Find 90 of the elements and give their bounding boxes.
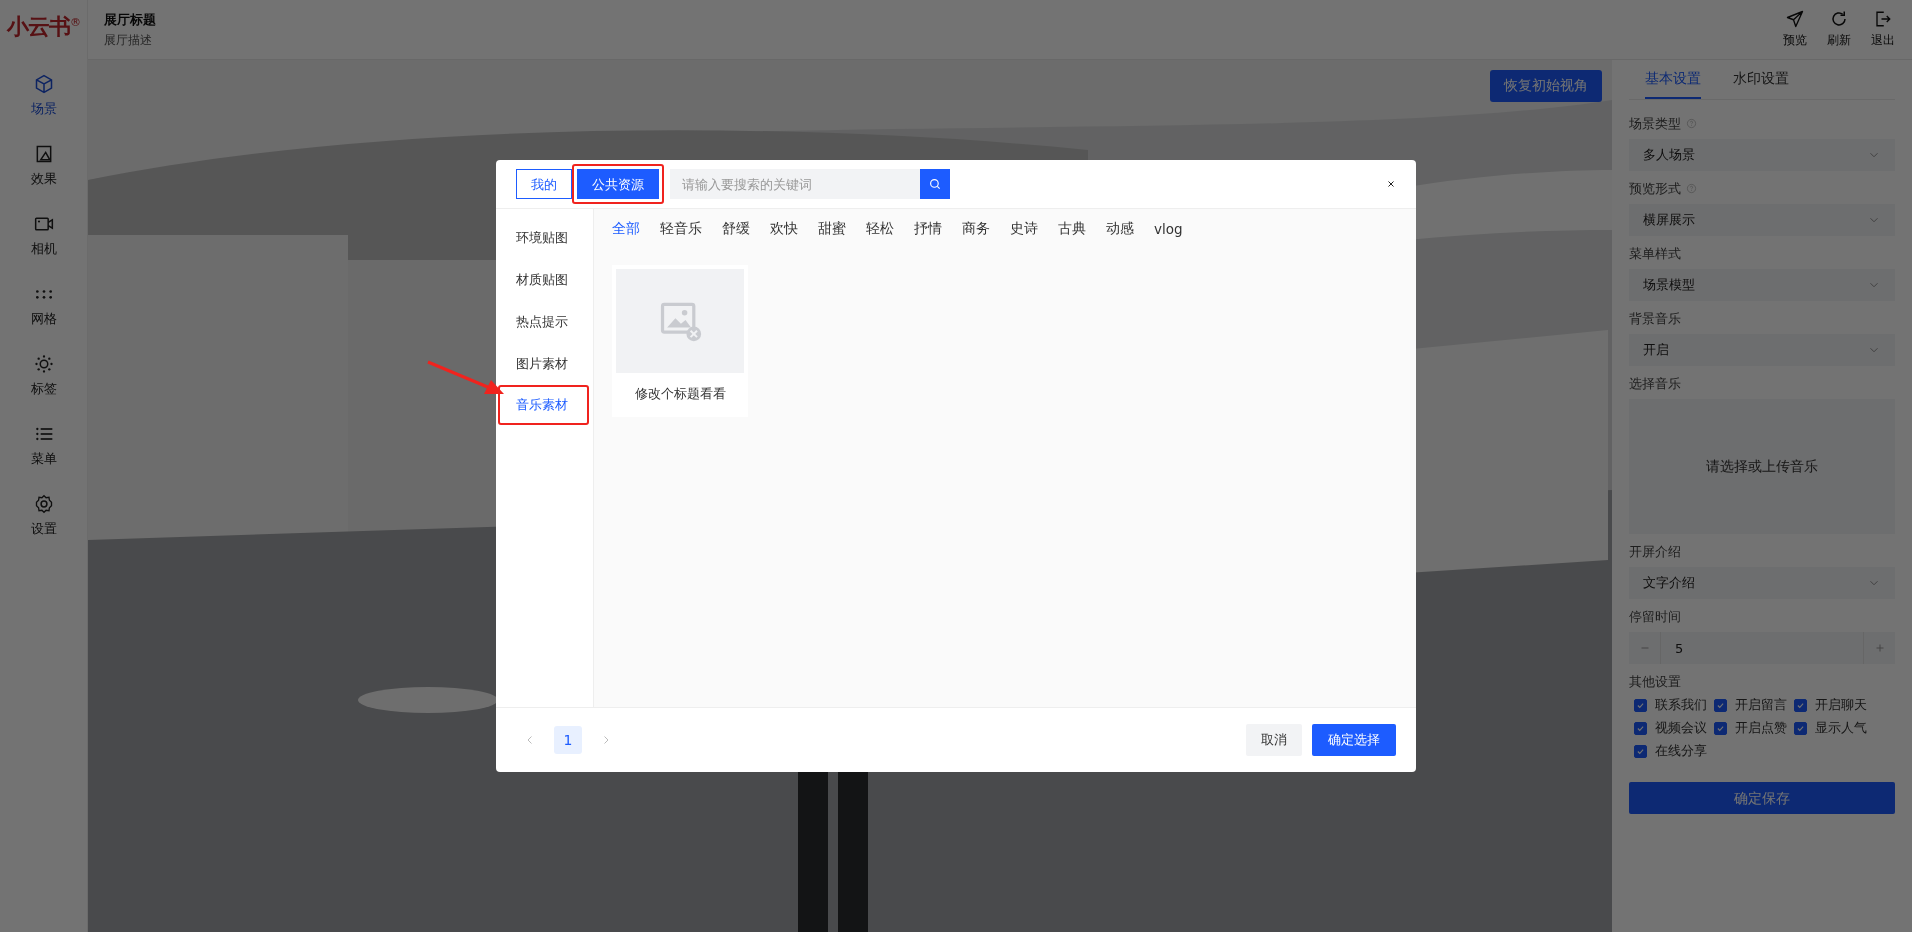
refresh-icon — [1830, 10, 1848, 28]
checkbox[interactable] — [1634, 722, 1647, 735]
music-upload-area[interactable]: 请选择或上传音乐 — [1629, 399, 1895, 534]
exhibition-description: 展厅描述 — [104, 31, 153, 49]
sidebar-item[interactable]: 效果 — [0, 144, 88, 214]
field-label: 菜单样式 — [1629, 244, 1681, 263]
checkbox-option[interactable]: 开启聊天 — [1794, 697, 1874, 714]
filter-tag[interactable]: 古典 — [1058, 220, 1086, 238]
checkbox[interactable] — [1634, 745, 1647, 758]
checkmark-icon — [1636, 747, 1645, 756]
sidebar-item[interactable]: 场景 — [0, 74, 88, 144]
number-input[interactable]: 5 — [1660, 632, 1864, 664]
category-item[interactable]: 环境贴图 — [496, 217, 593, 259]
checkbox[interactable] — [1794, 722, 1807, 735]
settings-icon — [33, 494, 54, 514]
logout-icon — [1874, 10, 1892, 28]
field-label: 背景音乐 — [1629, 309, 1681, 328]
filter-tag[interactable]: 商务 — [962, 220, 990, 238]
video-camera-icon — [33, 214, 54, 234]
filter-tag[interactable]: 舒缓 — [722, 220, 750, 238]
checkbox-option[interactable]: 显示人气 — [1794, 720, 1874, 737]
checkmark-icon — [1636, 701, 1645, 710]
category-item[interactable]: 材质贴图 — [496, 259, 593, 301]
close-button[interactable] — [1386, 179, 1396, 189]
header-action-button[interactable]: 预览 — [1778, 10, 1812, 49]
card-title: 修改个标题看看 — [634, 385, 726, 403]
cube-icon — [33, 74, 54, 94]
category-item[interactable]: 音乐素材 — [500, 387, 568, 423]
filter-tag[interactable]: 欢快 — [770, 220, 798, 238]
filter-tag[interactable]: 轻音乐 — [660, 220, 702, 238]
select-field[interactable]: 多人场景 — [1629, 139, 1895, 171]
checkbox[interactable] — [1714, 699, 1727, 712]
checkmark-icon — [1796, 724, 1805, 733]
field-label: 其他设置 — [1629, 672, 1681, 691]
filter-tag[interactable]: 轻松 — [866, 220, 894, 238]
save-button[interactable]: 确定保存 — [1629, 782, 1895, 814]
settings-tab[interactable]: 基本设置 — [1645, 60, 1701, 99]
search-icon — [928, 177, 942, 191]
source-tab[interactable]: 公共资源 — [577, 169, 659, 199]
checkmark-icon — [1796, 701, 1805, 710]
header-action-button[interactable]: 刷新 — [1822, 10, 1856, 49]
sidebar-item[interactable]: 设置 — [0, 494, 88, 564]
category-item[interactable]: 热点提示 — [496, 301, 593, 343]
checkbox-option[interactable]: 视频会议 — [1634, 720, 1714, 737]
checkbox-option[interactable]: 在线分享 — [1634, 743, 1714, 760]
select-field[interactable]: 横屏展示 — [1629, 204, 1895, 236]
checkbox[interactable] — [1714, 722, 1727, 735]
page-button[interactable]: 1 — [554, 726, 582, 754]
reset-view-button[interactable]: 恢复初始视角 — [1490, 70, 1602, 102]
filter-tag[interactable]: 抒情 — [914, 220, 942, 238]
filter-tag[interactable]: 动感 — [1106, 220, 1134, 238]
settings-tab[interactable]: 水印设置 — [1733, 60, 1789, 99]
select-field[interactable]: 开启 — [1629, 334, 1895, 366]
filter-tag[interactable]: 史诗 — [1010, 220, 1038, 238]
select-field[interactable]: 场景模型 — [1629, 269, 1895, 301]
close-icon — [1386, 179, 1396, 189]
field-label: 选择音乐 — [1629, 374, 1681, 393]
exhibition-title: 展厅标题 — [104, 10, 157, 29]
sidebar-item[interactable]: 菜单 — [0, 424, 88, 494]
checkmark-icon — [1716, 701, 1725, 710]
checkmark-icon — [1716, 724, 1725, 733]
filter-tag[interactable]: 全部 — [612, 220, 640, 238]
filter-tag[interactable]: 甜蜜 — [818, 220, 846, 238]
logo: 小云书$^{®}$ — [7, 13, 80, 41]
filter-tag[interactable]: vlog — [1154, 221, 1183, 237]
field-label: 场景类型 — [1629, 114, 1681, 133]
confirm-button[interactable]: 确定选择 — [1312, 724, 1396, 756]
category-item[interactable]: 图片素材 — [496, 343, 593, 385]
checkbox[interactable] — [1794, 699, 1807, 712]
search-field[interactable]: 请输入要搜索的关键词 — [670, 169, 920, 199]
sidebar-item[interactable]: 网格 — [0, 284, 88, 354]
sidebar-item[interactable]: 相机 — [0, 214, 88, 284]
source-tab[interactable]: 我的 — [516, 169, 572, 199]
sidebar-item[interactable]: 标签 — [0, 354, 88, 424]
checkbox-option[interactable]: 开启留言 — [1714, 697, 1794, 714]
field-label: 停留时间 — [1629, 607, 1681, 626]
checkbox-option[interactable]: 联系我们 — [1634, 697, 1714, 714]
select-field[interactable]: 文字介绍 — [1629, 567, 1895, 599]
cancel-button[interactable]: 取消 — [1246, 724, 1302, 756]
resource-card[interactable]: 修改个标题看看 — [612, 265, 748, 417]
number-stepper[interactable]: 5 — [1629, 632, 1895, 664]
sun-icon — [33, 354, 54, 374]
checkbox[interactable] — [1634, 699, 1647, 712]
header-action-button[interactable]: 退出 — [1866, 10, 1900, 49]
paper-plane-icon — [1786, 10, 1804, 28]
field-label: 预览形式 — [1629, 179, 1681, 198]
field-label: 开屏介绍 — [1629, 542, 1681, 561]
search-button[interactable] — [920, 169, 950, 199]
checkbox-option[interactable]: 开启点赞 — [1714, 720, 1794, 737]
checkmark-icon — [1636, 724, 1645, 733]
